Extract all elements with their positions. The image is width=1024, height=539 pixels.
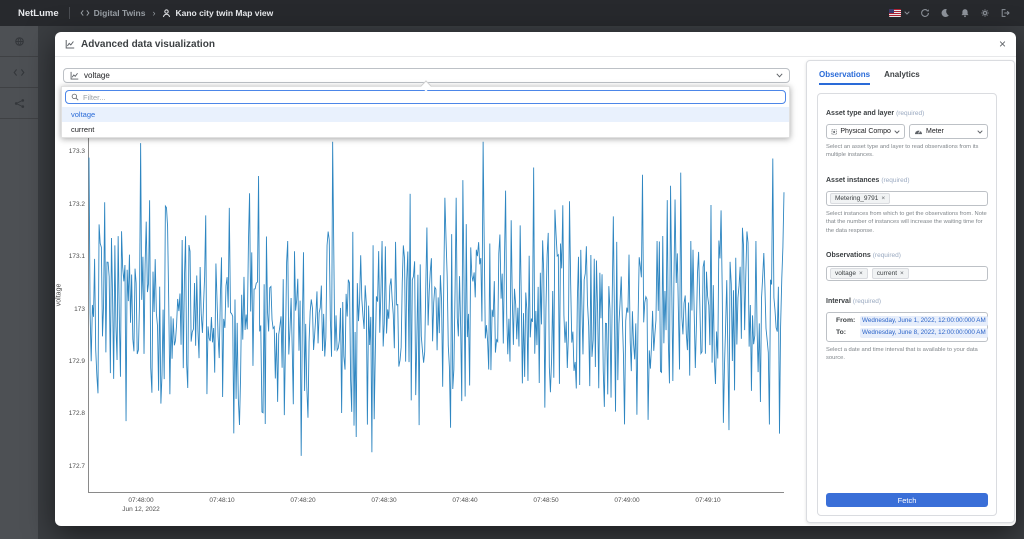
asset-type-helper: Select an asset type and layer to read o… xyxy=(826,143,988,160)
breadcrumb-digital-twins[interactable]: Digital Twins xyxy=(80,8,146,18)
filter-input[interactable] xyxy=(83,93,780,102)
logout-icon[interactable] xyxy=(1000,8,1010,18)
asset-instances-label: Asset instances(required) xyxy=(826,169,988,187)
from-label: From: xyxy=(836,317,860,324)
tab-observations[interactable]: Observations xyxy=(819,70,870,85)
y-tick-label: 172.9 xyxy=(55,358,85,365)
left-sidebar xyxy=(0,26,38,539)
top-bar: NetLume Digital Twins › Kano city twin M… xyxy=(0,0,1024,26)
chip-metering-9791: Metering_9791 × xyxy=(830,193,890,204)
query-panel: Observations Analytics Asset type and la… xyxy=(806,60,1015,523)
y-tick-label: 173 xyxy=(55,306,85,313)
voltage-chart[interactable]: voltage 173.3173.2173.1173172.9172.8172.… xyxy=(88,135,784,493)
breadcrumb-separator: › xyxy=(152,8,155,18)
panel-tabs: Observations Analytics xyxy=(807,61,1014,85)
y-tick-label: 172.7 xyxy=(55,463,85,470)
asset-type-select[interactable]: Physical Component xyxy=(826,124,905,139)
modal-header: Advanced data visualization × xyxy=(55,32,1016,57)
notifications-bell-icon[interactable] xyxy=(960,8,970,18)
remove-chip-icon[interactable]: × xyxy=(900,270,904,277)
us-flag-icon xyxy=(889,9,901,17)
code-icon xyxy=(80,9,90,17)
to-date-picker[interactable]: Wednesday, June 8, 2022, 12:00:00:000 AM xyxy=(860,328,988,338)
option-current[interactable]: current xyxy=(62,122,789,137)
line-chart-icon xyxy=(70,71,79,80)
x-axis-date-label: Jun 12, 2022 xyxy=(122,506,160,513)
chevron-down-icon xyxy=(904,11,910,15)
code-icon xyxy=(13,68,25,77)
observations-input[interactable]: voltage × current × xyxy=(826,266,988,281)
y-axis-label: voltage xyxy=(56,283,63,306)
voltage-line-series xyxy=(89,135,784,492)
sidebar-item-globe[interactable] xyxy=(0,26,38,57)
search-icon xyxy=(71,93,79,101)
x-tick-label: 07:49:10 xyxy=(695,497,720,504)
breadcrumb-map-view[interactable]: Kano city twin Map view xyxy=(162,8,273,18)
meter-icon xyxy=(914,128,923,135)
brand-logo: NetLume xyxy=(18,8,59,19)
modal-title: Advanced data visualization xyxy=(81,39,215,50)
observable-select-value: voltage xyxy=(84,71,110,80)
interval-helper: Select a date and time interval that is … xyxy=(826,346,988,363)
sidebar-item-network[interactable] xyxy=(0,88,38,119)
chevron-down-icon xyxy=(977,130,983,134)
observations-form: Asset type and layer(required) Physical … xyxy=(817,93,997,516)
asset-instances-input[interactable]: Metering_9791 × xyxy=(826,191,988,206)
settings-gear-icon[interactable] xyxy=(980,8,990,18)
x-tick-label: 07:49:00 xyxy=(614,497,639,504)
tab-analytics[interactable]: Analytics xyxy=(884,70,920,85)
observable-dropdown-popup: voltage current xyxy=(61,86,790,138)
option-voltage[interactable]: voltage xyxy=(62,107,789,122)
remove-chip-icon[interactable]: × xyxy=(881,195,885,202)
interval-box: From: Wednesday, June 1, 2022, 12:00:00:… xyxy=(826,312,988,342)
chevron-down-icon xyxy=(776,73,783,78)
y-tick-label: 173.2 xyxy=(55,201,85,208)
layer-select[interactable]: Meter xyxy=(909,124,988,139)
chip-voltage: voltage × xyxy=(830,268,868,279)
dark-mode-moon-icon[interactable] xyxy=(940,8,950,18)
interval-label: Interval(required) xyxy=(826,290,988,308)
x-tick-label: 07:48:50 xyxy=(533,497,558,504)
x-axis-ticks: 07:48:00 Jun 12, 2022 07:48:10 07:48:20 07:4… xyxy=(89,493,784,517)
chip-current: current × xyxy=(872,268,909,279)
component-icon xyxy=(831,128,837,136)
to-label: To: xyxy=(836,329,860,336)
sidebar-item-code[interactable] xyxy=(0,57,38,88)
twin-icon xyxy=(162,9,171,18)
remove-chip-icon[interactable]: × xyxy=(859,270,863,277)
from-date-picker[interactable]: Wednesday, June 1, 2022, 12:00:00:000 AM xyxy=(860,316,988,326)
y-tick-label: 173.3 xyxy=(55,148,85,155)
x-tick-label: 07:48:30 xyxy=(371,497,396,504)
asset-type-label: Asset type and layer(required) xyxy=(826,102,988,120)
x-tick-label: 07:48:10 xyxy=(209,497,234,504)
close-icon[interactable]: × xyxy=(999,38,1006,50)
y-tick-label: 172.8 xyxy=(55,410,85,417)
globe-icon xyxy=(14,36,25,47)
network-share-icon xyxy=(14,98,25,109)
divider xyxy=(69,7,70,19)
refresh-icon[interactable] xyxy=(920,8,930,18)
chevron-down-icon xyxy=(894,130,900,134)
line-chart-icon xyxy=(65,39,75,49)
x-tick-label: 07:48:20 xyxy=(290,497,315,504)
x-tick-label: 07:48:40 xyxy=(452,497,477,504)
advanced-data-visualization-modal: Advanced data visualization × voltage vo… xyxy=(55,32,1016,526)
language-selector[interactable] xyxy=(889,9,910,17)
observations-label: Observations(required) xyxy=(826,244,988,262)
y-tick-label: 173.1 xyxy=(55,253,85,260)
asset-instances-helper: Select instances from which to get the o… xyxy=(826,210,988,235)
fetch-button[interactable]: Fetch xyxy=(826,493,988,507)
x-tick-label: 07:48:00 xyxy=(128,497,153,504)
